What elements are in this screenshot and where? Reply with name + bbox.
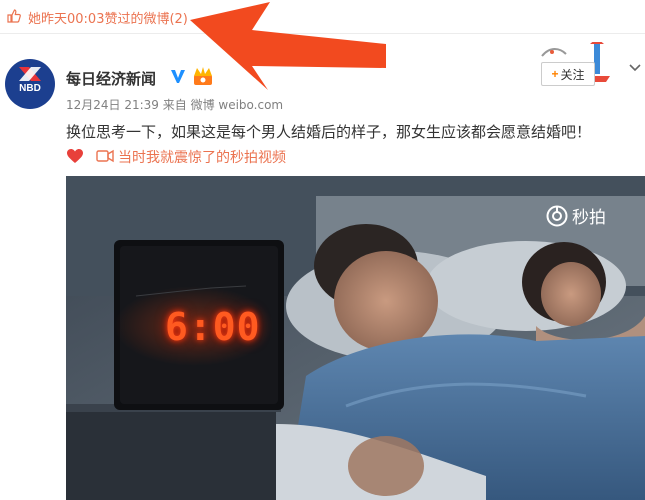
red-arrow-annotation (190, 2, 386, 90)
heart-icon (67, 149, 83, 163)
chevron-down-icon[interactable] (628, 62, 642, 74)
alarm-clock-display: 6:00 (165, 305, 261, 349)
author-name[interactable]: 每日经济新闻 (66, 68, 156, 89)
post-text: 换位思考一下，如果这是每个男人结婚后的样子，那女生应该都会愿意结婚吧！ (66, 123, 592, 141)
video-link[interactable]: 当时我就震惊了的秒拍视频 (118, 147, 286, 167)
avatar[interactable]: NBD (5, 59, 55, 109)
miaopai-watermark: 秒拍 (546, 203, 606, 228)
thumbs-up-icon (7, 9, 21, 23)
video-icon (96, 149, 114, 163)
watermark-text: 秒拍 (572, 208, 606, 228)
follow-label: 关注 (560, 67, 585, 82)
crown-icon (194, 67, 212, 85)
follow-button[interactable]: + 关注 (541, 62, 595, 86)
verified-v-icon (171, 70, 185, 83)
miaopai-logo-icon (546, 205, 568, 226)
liked-notice-text[interactable]: 她昨天00:03赞过的微博(2) (28, 8, 188, 27)
plus-icon: + (551, 67, 559, 81)
avatar-logo-text: NBD (19, 83, 41, 94)
post-meta: 12月24日 21:39 来自 微博 weibo.com (66, 98, 284, 112)
